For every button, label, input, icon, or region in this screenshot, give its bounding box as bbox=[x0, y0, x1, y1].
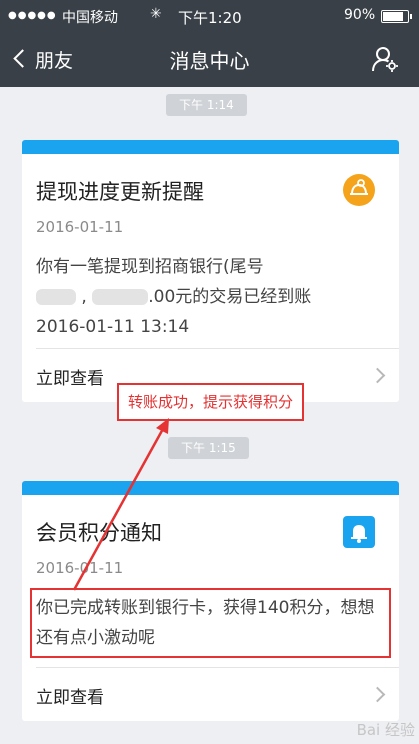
watermark: Bai 经验 bbox=[356, 721, 415, 739]
annotation-arrow bbox=[72, 418, 169, 591]
